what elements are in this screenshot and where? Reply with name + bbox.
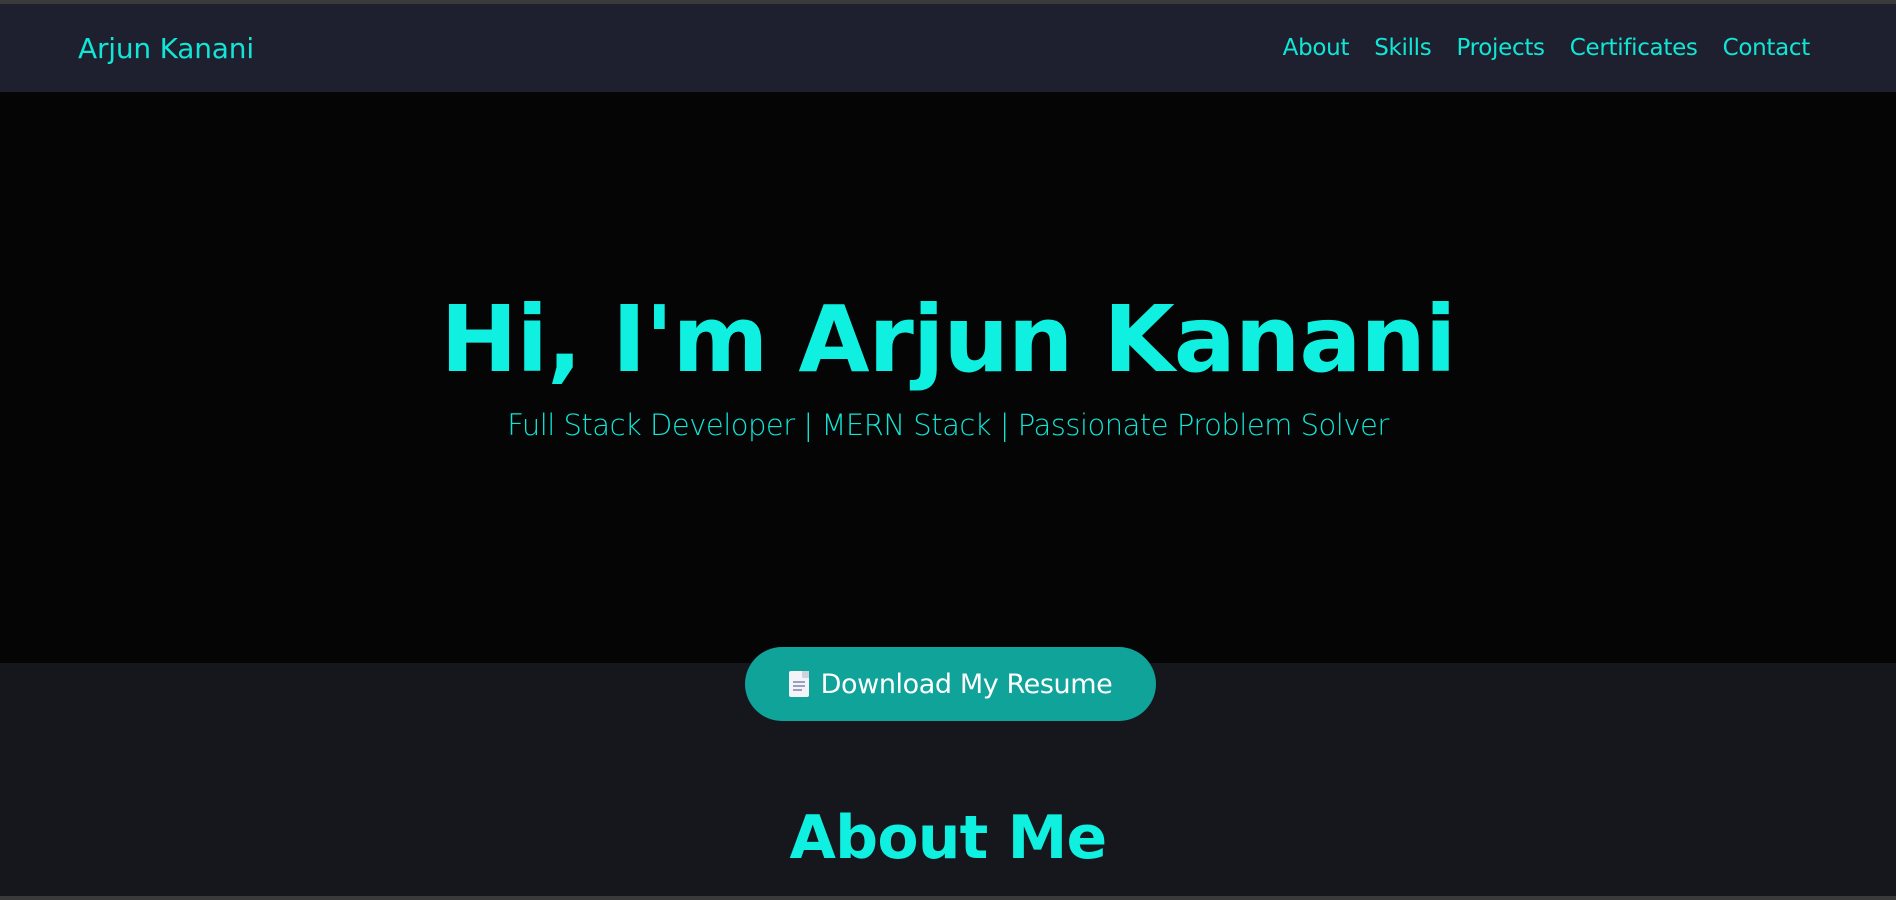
nav-links: About Skills Projects Certificates Conta… <box>1283 35 1811 61</box>
download-resume-label: Download My Resume <box>820 668 1113 700</box>
hero-subtitle: Full Stack Developer | MERN Stack | Pass… <box>507 408 1389 442</box>
download-resume-button[interactable]: Download My Resume <box>745 647 1156 721</box>
nav-link-projects[interactable]: Projects <box>1456 35 1545 61</box>
brand-logo-link[interactable]: Arjun Kanani <box>78 32 254 65</box>
hero-title: Hi, I'm Arjun Kanani <box>440 286 1457 393</box>
nav-link-contact[interactable]: Contact <box>1723 35 1811 61</box>
window-bottom-border <box>0 896 1896 900</box>
about-heading: About Me <box>789 803 1108 873</box>
nav-link-skills[interactable]: Skills <box>1374 35 1432 61</box>
navbar: Arjun Kanani About Skills Projects Certi… <box>0 4 1896 92</box>
document-icon <box>788 671 809 697</box>
nav-link-certificates[interactable]: Certificates <box>1570 35 1698 61</box>
nav-link-about[interactable]: About <box>1283 35 1350 61</box>
